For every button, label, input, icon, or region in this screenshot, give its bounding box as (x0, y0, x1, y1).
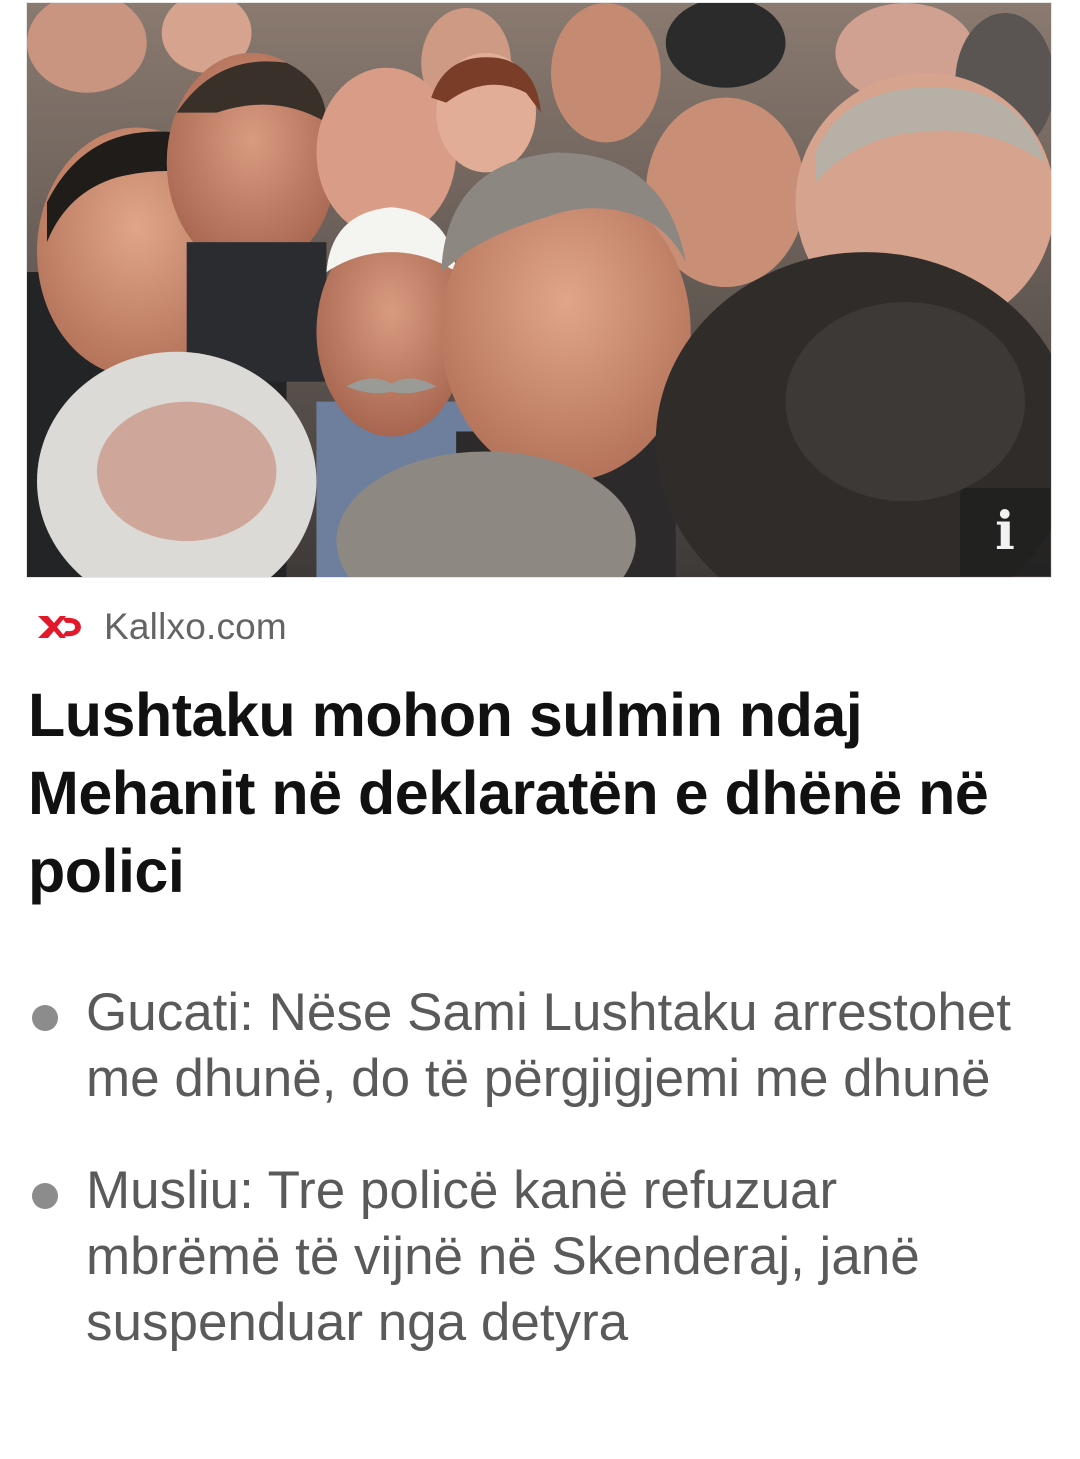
kallxo-logo-icon (36, 612, 84, 642)
related-stories-list: Gucati: Nëse Sami Lushtaku arrestohet me… (30, 980, 1040, 1356)
related-story-text: Musliu: Tre policë kanë refuzuar mbrëmë … (86, 1161, 920, 1352)
crowd-photo (27, 3, 1051, 577)
article-headline[interactable]: Lushtaku mohon sulmin ndaj Mehanit në de… (28, 676, 1028, 910)
article-source[interactable]: Kallxo.com (36, 604, 287, 650)
related-story-text: Gucati: Nëse Sami Lushtaku arrestohet me… (86, 983, 1012, 1108)
info-icon: i (995, 501, 1015, 562)
bullet-icon (32, 1183, 58, 1209)
article-hero-image[interactable]: i (26, 2, 1052, 578)
image-info-button[interactable]: i (960, 488, 1050, 576)
related-story-item[interactable]: Musliu: Tre policë kanë refuzuar mbrëmë … (30, 1158, 1040, 1356)
source-name: Kallxo.com (104, 606, 287, 647)
related-story-item[interactable]: Gucati: Nëse Sami Lushtaku arrestohet me… (30, 980, 1040, 1112)
bullet-icon (32, 1005, 58, 1031)
